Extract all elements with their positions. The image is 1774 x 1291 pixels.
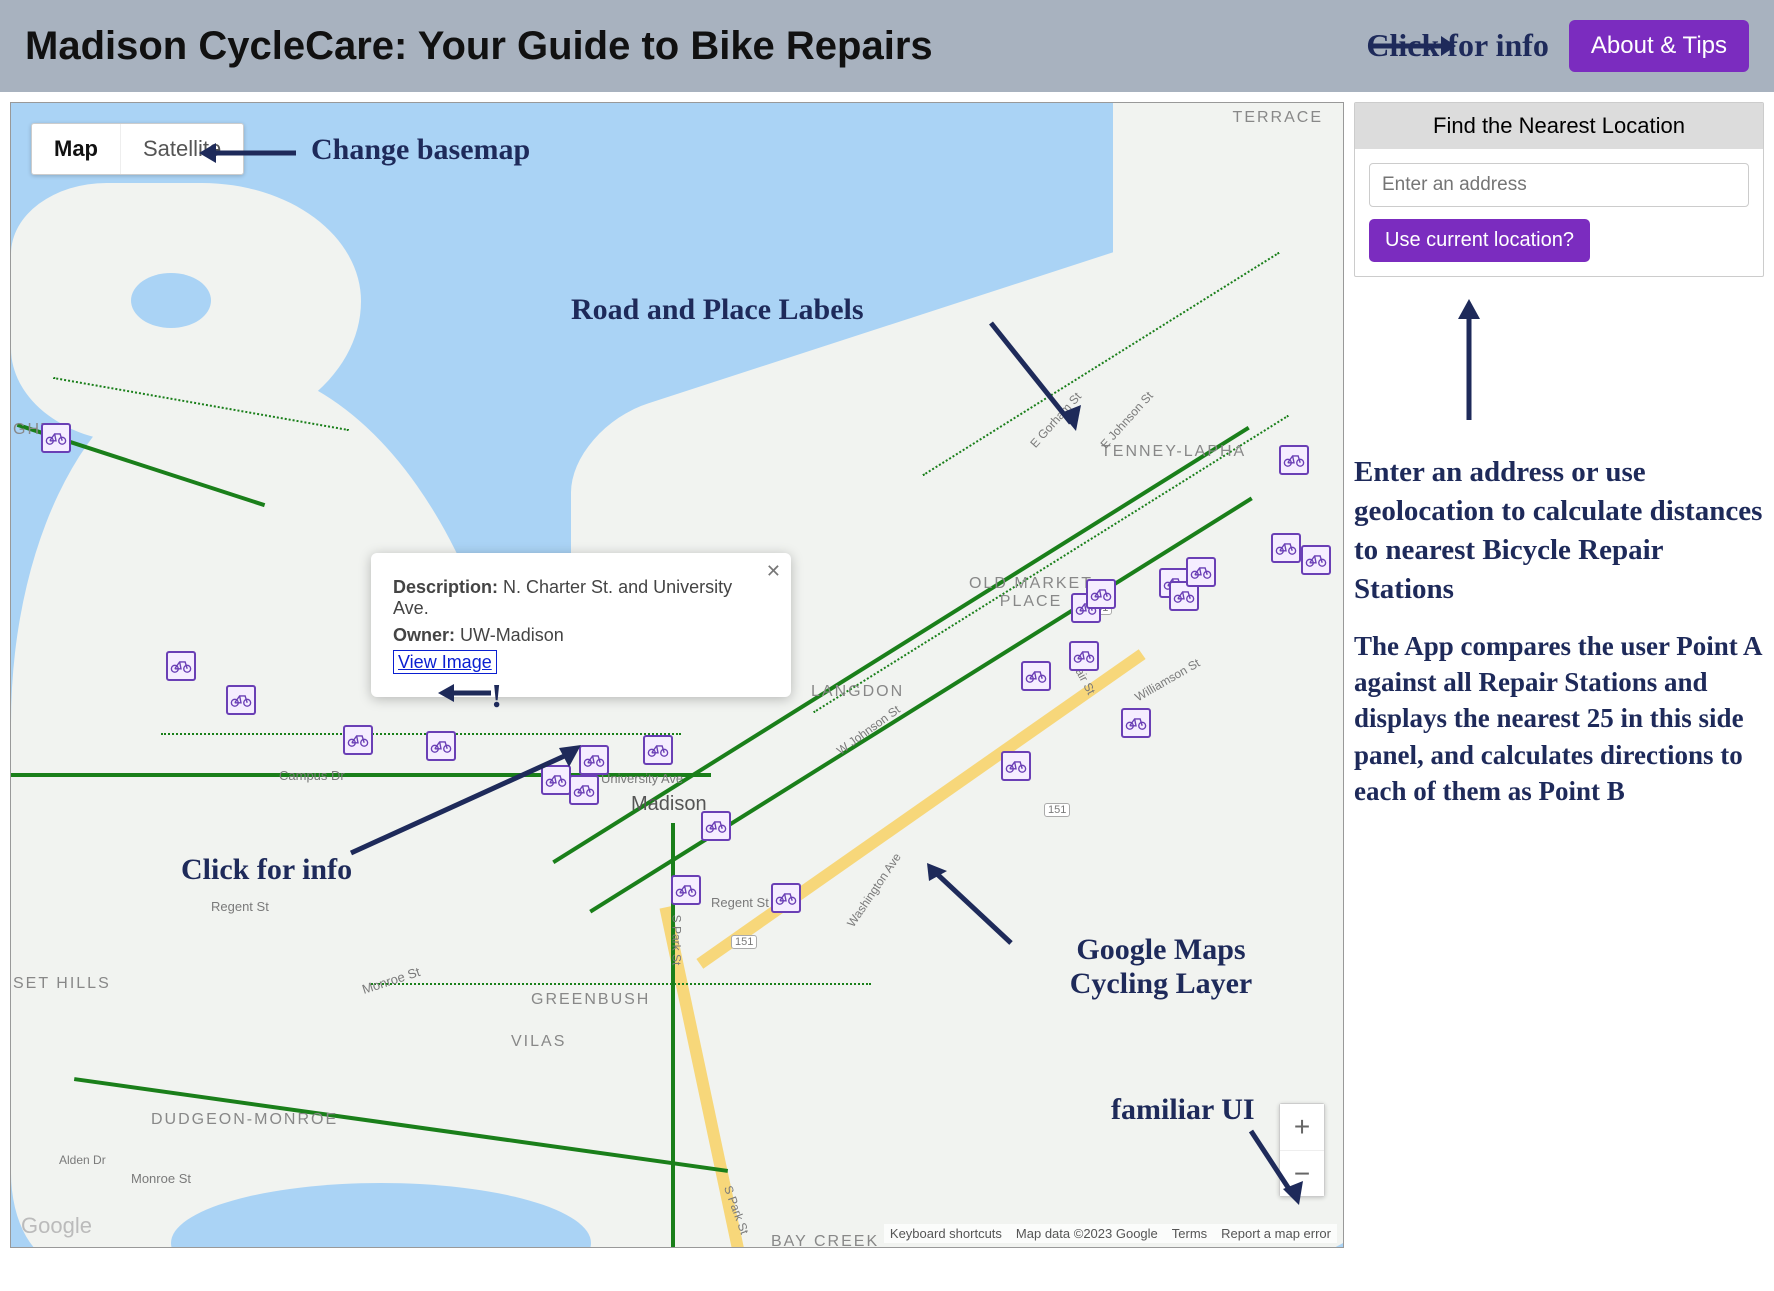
area-baycreek: BAY CREEK	[771, 1233, 879, 1248]
arrow-icon	[1366, 26, 1456, 66]
area-dudgeon: DUDGEON-MONROE	[151, 1111, 338, 1129]
about-tips-button[interactable]: About & Tips	[1569, 20, 1749, 72]
repair-station-marker[interactable]	[1001, 751, 1031, 781]
side-panel: Find the Nearest Location Use current lo…	[1354, 102, 1764, 1248]
rd-regent: Regent St	[211, 899, 269, 914]
shield-151c: 151	[731, 935, 757, 949]
area-sethills: SET HILLS	[13, 975, 111, 993]
repair-station-marker[interactable]	[41, 423, 71, 453]
shield-151b: 151	[1044, 803, 1070, 817]
zoom-control: + −	[1279, 1103, 1325, 1197]
rd-regent2: Regent St	[711, 895, 769, 910]
rd-campus: Campus Dr	[279, 768, 345, 783]
repair-station-marker[interactable]	[671, 875, 701, 905]
arrow-icon	[1434, 295, 1504, 425]
zoom-in-button[interactable]: +	[1280, 1104, 1324, 1150]
repair-station-marker[interactable]	[1086, 579, 1116, 609]
view-image-link[interactable]: View Image	[393, 650, 497, 674]
report-error-link[interactable]: Report a map error	[1221, 1226, 1331, 1241]
repair-station-marker[interactable]	[1271, 533, 1301, 563]
repair-station-marker[interactable]	[701, 811, 731, 841]
basemap-satellite-button[interactable]: Satellite	[120, 124, 243, 174]
find-nearest-panel: Find the Nearest Location Use current lo…	[1354, 102, 1764, 277]
repair-station-marker[interactable]	[166, 651, 196, 681]
marker-popup: ✕ Description: N. Charter St. and Univer…	[371, 553, 791, 697]
repair-station-marker[interactable]	[343, 725, 373, 755]
terms-link[interactable]: Terms	[1172, 1226, 1207, 1241]
google-logo: Google	[21, 1213, 92, 1239]
repair-station-marker[interactable]	[1021, 661, 1051, 691]
area-tenney: TENNEY-LAPHA	[1101, 443, 1246, 461]
zoom-out-button[interactable]: −	[1280, 1150, 1324, 1196]
page-title: Madison CycleCare: Your Guide to Bike Re…	[25, 24, 933, 69]
basemap-map-button[interactable]: Map	[32, 124, 120, 174]
area-greenbush: GREENBUSH	[531, 991, 650, 1009]
repair-station-marker[interactable]	[1279, 445, 1309, 475]
repair-station-marker[interactable]	[579, 745, 609, 775]
address-input[interactable]	[1369, 163, 1749, 207]
repair-station-marker[interactable]	[569, 775, 599, 805]
rd-monroe2: Monroe St	[131, 1171, 191, 1186]
repair-station-marker[interactable]	[1186, 557, 1216, 587]
map-attribution: Keyboard shortcuts Map data ©2023 Google…	[884, 1224, 1337, 1243]
area-langdon: LANGDON	[811, 683, 904, 701]
repair-station-marker[interactable]	[541, 765, 571, 795]
area-terrace: TERRACE	[1233, 109, 1323, 127]
side-instructions: Enter an address or use geolocation to c…	[1354, 453, 1764, 610]
rd-park: S Park St	[669, 915, 683, 966]
rd-alden: Alden Dr	[59, 1153, 106, 1167]
repair-station-marker[interactable]	[1301, 545, 1331, 575]
area-vilas: VILAS	[511, 1033, 566, 1051]
map-container[interactable]: TERRACE TENNEY-LAPHA OLD MARKET PLACE LA…	[10, 102, 1344, 1248]
repair-station-marker[interactable]	[643, 735, 673, 765]
rd-university: University Ave	[601, 771, 683, 786]
use-location-button[interactable]: Use current location?	[1369, 219, 1590, 262]
repair-station-marker[interactable]	[426, 731, 456, 761]
repair-station-marker[interactable]	[1069, 641, 1099, 671]
close-icon[interactable]: ✕	[766, 561, 781, 582]
find-title: Find the Nearest Location	[1355, 103, 1763, 149]
header: Madison CycleCare: Your Guide to Bike Re…	[0, 0, 1774, 92]
header-right: Click for info About & Tips	[1366, 20, 1749, 72]
city-madison: Madison	[631, 793, 707, 816]
side-description: The App compares the user Point A agains…	[1354, 628, 1764, 810]
basemap-toggle: Map Satellite	[31, 123, 244, 175]
keyboard-shortcuts-link[interactable]: Keyboard shortcuts	[890, 1226, 1002, 1241]
repair-station-marker[interactable]	[226, 685, 256, 715]
repair-station-marker[interactable]	[1121, 708, 1151, 738]
repair-station-marker[interactable]	[771, 883, 801, 913]
